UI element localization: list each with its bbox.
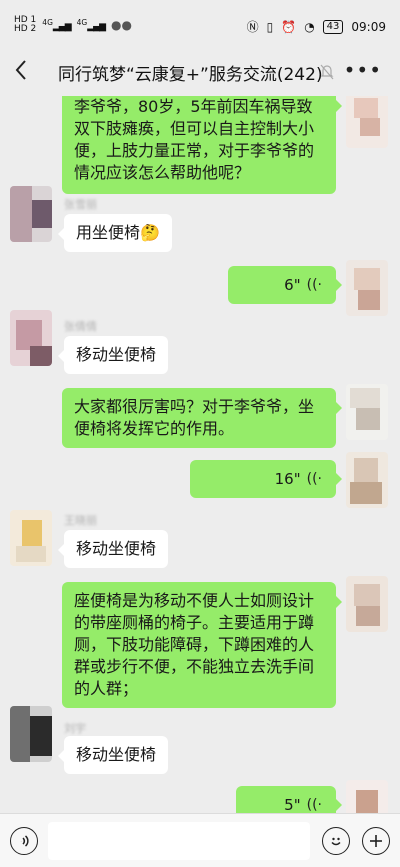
status-left: HD 1 HD 2 4G▂▄▆ 4G▂▄▆ ●●	[14, 16, 132, 34]
avatar[interactable]	[10, 706, 52, 762]
voice-wave-icon: ((·	[306, 471, 322, 487]
wechat-notify-icon: ●●	[111, 18, 132, 32]
message-bubble[interactable]: 用坐便椅🤔	[58, 214, 172, 252]
avatar[interactable]	[10, 186, 52, 242]
avatar[interactable]	[346, 96, 388, 148]
nfc-icon: Ⓝ	[246, 20, 259, 34]
message-bubble[interactable]: 移动坐便椅	[57, 530, 169, 568]
wifi-icon: ◔	[304, 19, 315, 34]
signal2-icon: 4G▂▄▆	[76, 18, 106, 32]
input-bar	[0, 813, 400, 867]
avatar[interactable]	[346, 260, 388, 316]
voice-wave-icon: ((·	[306, 797, 322, 813]
voice-duration: 5"	[284, 796, 301, 813]
sender-name: 王晓丽	[64, 514, 97, 527]
chevron-left-icon[interactable]	[14, 58, 38, 86]
message-bubble[interactable]: 大家都很厉害吗？对于李爷爷，坐便椅将发挥它的作用。	[62, 388, 342, 448]
message-text: 用坐便椅🤔	[76, 223, 160, 242]
status-right: Ⓝ ▯ ⏰ ◔ 43 09:09	[247, 18, 386, 35]
message-bubble[interactable]: 座便椅是为移动不便人士如厕设计的带座厕桶的椅子。主要适用于蹲厕，下肢功能障碍，下…	[62, 582, 342, 708]
message-bubble[interactable]: 移动坐便椅	[57, 336, 169, 374]
emoji-icon[interactable]	[322, 827, 350, 855]
voice-message[interactable]: 16" ((·	[190, 460, 342, 498]
message-input[interactable]	[48, 822, 310, 860]
more-dots-icon[interactable]: •••	[344, 58, 382, 82]
voice-wave-icon: ((·	[306, 277, 322, 293]
message-text: 移动坐便椅	[76, 745, 157, 764]
alarm-icon: ⏰	[281, 19, 297, 34]
message-text: 大家都很厉害吗？对于李爷爷，坐便椅将发挥它的作用。	[74, 397, 315, 438]
voice-mode-icon[interactable]	[10, 827, 38, 855]
chat-messages[interactable]: 李爷爷，80岁，5年前因车祸导致双下肢瘫痪，但可以自主控制大小便，上肢力量正常，…	[0, 96, 400, 813]
sim2-label: HD 2	[14, 24, 37, 34]
mute-bell-icon	[320, 64, 334, 84]
sender-name: 张倩倩	[64, 320, 97, 333]
voice-message[interactable]: 5" ((·	[236, 786, 342, 813]
signal1-icon: 4G▂▄▆	[42, 18, 71, 32]
message-bubble[interactable]: 李爷爷，80岁，5年前因车祸导致双下肢瘫痪，但可以自主控制大小便，上肢力量正常，…	[62, 96, 342, 194]
avatar[interactable]	[10, 510, 52, 566]
voice-duration: 6"	[284, 276, 301, 294]
message-text: 李爷爷，80岁，5年前因车祸导致双下肢瘫痪，但可以自主控制大小便，上肢力量正常，…	[74, 97, 315, 182]
avatar[interactable]	[346, 576, 388, 632]
clock: 09:09	[351, 19, 386, 34]
avatar[interactable]	[10, 310, 52, 366]
chat-header: 同行筑梦“云康复+”服务交流(242) •••	[0, 50, 400, 96]
battery-icon: 43	[322, 19, 344, 34]
chat-title: 同行筑梦“云康复+”服务交流(242)	[58, 65, 323, 85]
status-bar: HD 1 HD 2 4G▂▄▆ 4G▂▄▆ ●● Ⓝ ▯ ⏰ ◔ 43 09:0…	[0, 0, 400, 56]
sender-name: 刘宇	[64, 722, 86, 735]
plus-icon[interactable]	[362, 827, 390, 855]
voice-duration: 16"	[274, 470, 301, 488]
message-text: 座便椅是为移动不便人士如厕设计的带座厕桶的椅子。主要适用于蹲厕，下肢功能障碍，下…	[74, 591, 315, 698]
sim-indicator: HD 1 HD 2	[14, 16, 36, 34]
avatar[interactable]	[346, 452, 388, 508]
avatar[interactable]	[346, 384, 388, 440]
message-bubble[interactable]: 移动坐便椅	[57, 736, 169, 774]
vibrate-icon: ▯	[266, 19, 274, 34]
sender-name: 张雪丽	[64, 198, 97, 211]
message-text: 移动坐便椅	[76, 345, 157, 364]
message-text: 移动坐便椅	[76, 539, 157, 558]
avatar[interactable]	[346, 780, 388, 813]
voice-message[interactable]: 6" ((·	[228, 266, 342, 304]
